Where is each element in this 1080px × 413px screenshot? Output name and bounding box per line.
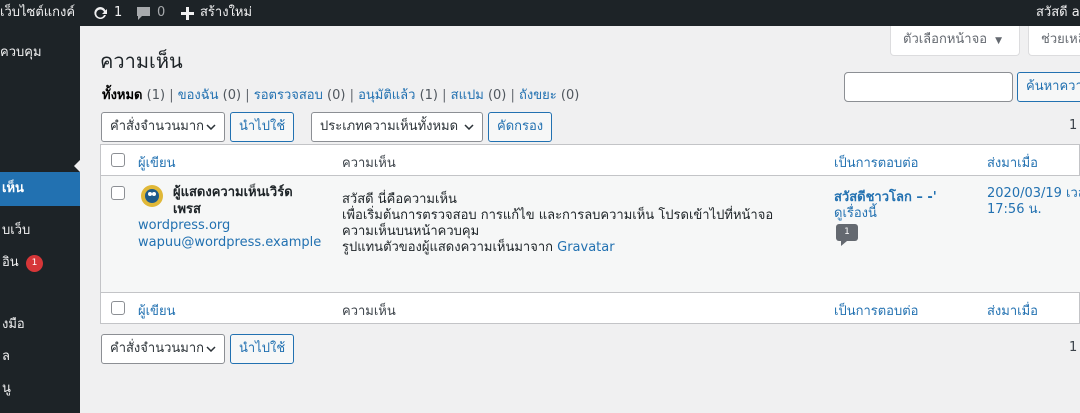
bulk-action-select-bottom[interactable]: คำสั่งจำนวนมาก xyxy=(101,334,225,364)
status-filters: ทั้งหมด (1) | ของฉัน (0) | รอตรวจสอบ (0)… xyxy=(102,88,580,103)
admin-sidebar: ควบคุม เห็น บเว็บ อิน 1 งมือ ล นู xyxy=(0,26,80,413)
apply-button-top[interactable]: นำไปใช้ xyxy=(230,112,295,142)
sidebar-item-comments[interactable]: เห็น xyxy=(0,172,80,206)
items-count-top: 1 xyxy=(1069,118,1078,133)
table-row: ผู้แสดงความเห็นเวิร์ดเพรส wordpress.org … xyxy=(101,176,1080,292)
sidebar-item-label: ควบคุม xyxy=(0,45,42,60)
filter-approved[interactable]: อนุมัติแล้ว xyxy=(358,88,415,103)
screen-options-label: ตัวเลือกหน้าจอ xyxy=(903,32,988,47)
filter-all[interactable]: ทั้งหมด xyxy=(102,88,143,103)
plugins-badge: 1 xyxy=(26,255,43,272)
author-name: ผู้แสดงความเห็นเวิร์ดเพรส xyxy=(173,185,293,217)
filter-mine[interactable]: ของฉัน xyxy=(178,88,219,103)
sidebar-item-collapse[interactable]: นู xyxy=(0,372,80,406)
sidebar-item-label: บเว็บ xyxy=(2,223,31,238)
items-count-bottom: 1 xyxy=(1069,340,1078,355)
column-author-footer[interactable]: ผู้เขียน xyxy=(138,300,175,321)
admin-bar: เว็บไซต์แกงค์ 1 0 สร้างใหม่ สวัสดี a xyxy=(0,0,1080,26)
comment-content: สวัสดี นี่คือความเห็น เพื่อเริ่มต้นการตร… xyxy=(342,192,792,256)
filter-button[interactable]: คัดกรอง xyxy=(488,112,553,142)
bulk-action-label: คำสั่งจำนวนมาก xyxy=(110,341,205,356)
chevron-down-icon xyxy=(206,124,216,130)
table-footer: ผู้เขียน ความเห็น เป็นการตอบต่อ ส่งมาเมื… xyxy=(101,292,1080,323)
greeting: สวัสดี a xyxy=(1036,5,1080,20)
bulk-action-label: คำสั่งจำนวนมาก xyxy=(110,119,205,134)
apply-button-bottom[interactable]: นำไปใช้ xyxy=(230,334,295,364)
column-comment-footer: ความเห็น xyxy=(342,304,396,319)
filter-trash[interactable]: ถังขยะ xyxy=(519,88,557,103)
sidebar-item-label: งมือ xyxy=(2,317,25,332)
site-name-label: เว็บไซต์แกงค์ xyxy=(0,5,76,20)
filter-pending-count: (0) xyxy=(327,88,346,103)
main-content: ตัวเลือกหน้าจอ ▼ ช่วยเหลื ความเห็น ทั้งห… xyxy=(80,26,1080,413)
table-header: ผู้เขียน ความเห็น เป็นการตอบต่อ ส่งมาเมื… xyxy=(101,145,1080,176)
chevron-down-icon xyxy=(464,124,474,130)
comments-link[interactable]: 0 xyxy=(136,0,165,26)
help-label: ช่วยเหลื xyxy=(1041,32,1080,47)
row-checkbox[interactable] xyxy=(111,186,125,200)
caret-down-icon: ▼ xyxy=(995,36,1003,46)
comments-count: 0 xyxy=(157,5,166,20)
author-email-link[interactable]: wapuu@wordpress.example xyxy=(138,235,321,250)
my-account-link[interactable]: สวัสดี a xyxy=(1036,0,1080,26)
sidebar-item-label: อิน xyxy=(2,255,19,270)
filter-trash-count: (0) xyxy=(560,88,580,103)
view-post-link[interactable]: ดูเรื่องนี้ xyxy=(834,202,877,223)
sidebar-item-plugins[interactable]: อิน 1 xyxy=(0,246,80,280)
filter-all-count: (1) xyxy=(146,88,166,103)
column-submitted-on-footer[interactable]: ส่งมาเมื่อ xyxy=(987,300,1038,321)
submitted-date-link[interactable]: 2020/03/19 เวล 17:56 น. xyxy=(987,186,1080,218)
new-content-link[interactable]: สร้างใหม่ xyxy=(181,0,252,26)
time-line: 17:56 น. xyxy=(987,202,1042,217)
filter-approved-count: (1) xyxy=(419,88,439,103)
column-author[interactable]: ผู้เขียน xyxy=(138,152,175,173)
column-in-response-to-footer[interactable]: เป็นการตอบต่อ xyxy=(834,300,919,321)
sidebar-item-appearance[interactable]: บเว็บ xyxy=(0,214,80,248)
sidebar-item-dashboard[interactable]: ควบคุม xyxy=(0,36,80,70)
help-button[interactable]: ช่วยเหลื xyxy=(1028,26,1080,56)
select-all-checkbox-footer[interactable] xyxy=(111,301,125,315)
apply-label: นำไปใช้ xyxy=(239,341,286,356)
comment-count-bubble[interactable]: 1 xyxy=(836,224,858,246)
page-title: ความเห็น xyxy=(100,49,183,73)
refresh-icon xyxy=(94,6,107,19)
updates-link[interactable]: 1 xyxy=(92,0,122,26)
filter-label: คัดกรอง xyxy=(497,119,544,134)
filter-mine-count: (0) xyxy=(222,88,242,103)
comment-icon xyxy=(137,6,150,20)
comment-line: เพื่อเริ่มต้นการตรวจสอบ การแก้ไข และการล… xyxy=(342,208,774,239)
sidebar-item-label: ล xyxy=(2,349,10,364)
comment-type-label: ประเภทความเห็นทั้งหมด xyxy=(320,119,459,134)
new-label: สร้างใหม่ xyxy=(200,5,253,20)
search-comments-button[interactable]: ค้นหาความ xyxy=(1017,72,1080,102)
sidebar-item-tools[interactable]: งมือ xyxy=(0,308,80,342)
column-submitted-on[interactable]: ส่งมาเมื่อ xyxy=(987,152,1038,173)
avatar xyxy=(141,185,163,207)
comment-type-select[interactable]: ประเภทความเห็นทั้งหมด xyxy=(311,112,483,142)
filter-spam[interactable]: สแปม xyxy=(451,88,484,103)
author-url-link[interactable]: wordpress.org xyxy=(138,218,230,233)
sidebar-item-label: นู xyxy=(2,381,11,396)
search-input[interactable] xyxy=(844,72,1013,102)
comment-line: รูปแทนตัวของผู้แสดงความเห็นมาจาก Gravata… xyxy=(342,240,615,255)
filter-spam-count: (0) xyxy=(487,88,507,103)
gravatar-link[interactable]: Gravatar xyxy=(557,240,614,255)
comments-table: ผู้เขียน ความเห็น เป็นการตอบต่อ ส่งมาเมื… xyxy=(100,144,1080,324)
column-comment: ความเห็น xyxy=(342,156,396,171)
search-button-label: ค้นหาความ xyxy=(1026,79,1080,94)
date-line: 2020/03/19 เวล xyxy=(987,186,1080,201)
apply-label: นำไปใช้ xyxy=(239,119,286,134)
site-name-link[interactable]: เว็บไซต์แกงค์ xyxy=(0,0,75,26)
updates-count: 1 xyxy=(114,5,123,20)
bulk-action-select-top[interactable]: คำสั่งจำนวนมาก xyxy=(101,112,225,142)
filter-pending[interactable]: รอตรวจสอบ xyxy=(254,88,323,103)
plus-icon xyxy=(181,6,194,20)
sidebar-item-settings[interactable]: ล xyxy=(0,340,80,374)
chevron-down-icon xyxy=(206,346,216,352)
column-in-response-to[interactable]: เป็นการตอบต่อ xyxy=(834,152,919,173)
screen-options-button[interactable]: ตัวเลือกหน้าจอ ▼ xyxy=(890,26,1020,56)
comment-line: สวัสดี นี่คือความเห็น xyxy=(342,192,457,207)
sidebar-item-label: เห็น xyxy=(2,181,24,196)
select-all-checkbox[interactable] xyxy=(111,153,125,167)
